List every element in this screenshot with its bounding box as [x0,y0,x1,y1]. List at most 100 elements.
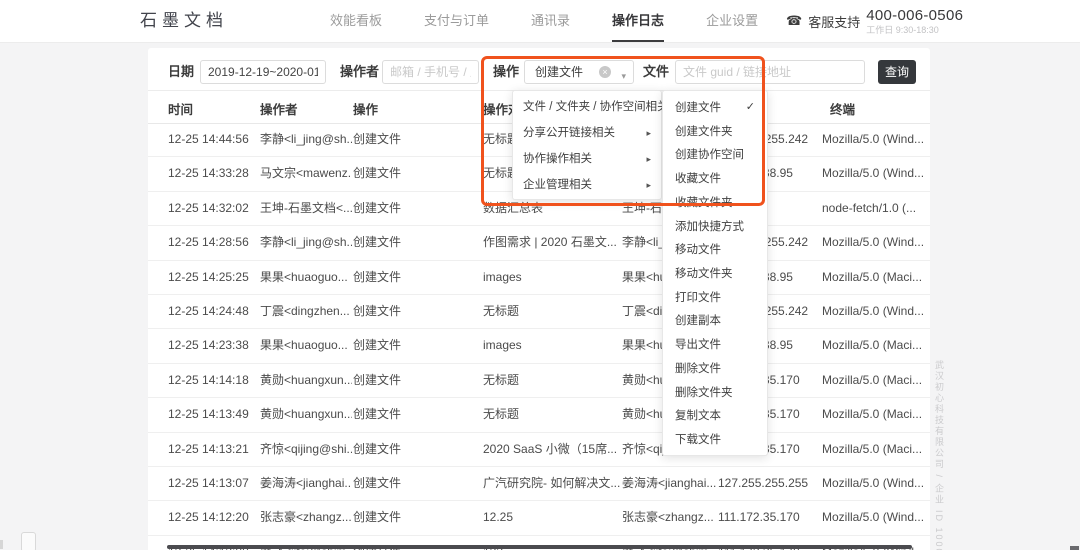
cell-operator: 黄勋<huangxun... [260,398,352,431]
cell-operator: 黄勋<huangxun... [260,364,352,397]
cell-action: 创建文件 [353,433,435,466]
col-operator: 操作者 [260,99,298,118]
nav-tab-payment-orders[interactable]: 支付与订单 [424,0,489,42]
menu-item-label: 复制文本 [675,407,721,423]
cell-time: 12-25 14:13:49 [168,398,260,431]
submenu-item-add-shortcut[interactable]: 添加快捷方式 [663,214,767,238]
cell-time: 12-25 14:14:18 [168,364,260,397]
menu-item-file-folder-space[interactable]: 文件 / 文件夹 / 协作空间相关 ▸ [513,94,661,120]
cell-terminal: Mozilla/5.0 (Maci... [822,261,928,294]
submenu-item-create-space[interactable]: 创建协作空间 [663,142,767,166]
cell-time: 12-25 14:24:48 [168,295,260,328]
submenu-item-create-copy[interactable]: 创建副本 [663,309,767,333]
submenu-item-create-file[interactable]: 创建文件 ✓ [663,95,767,119]
cell-object: 无标题 [483,364,621,397]
file-guid-input[interactable] [675,60,865,84]
cell-time: 12-25 14:13:21 [168,433,260,466]
menu-item-label: 导出文件 [675,336,721,352]
submenu-item-delete-folder[interactable]: 删除文件夹 [663,380,767,404]
cell-terminal: Mozilla/5.0 (Wind... [822,467,928,500]
menu-item-label: 分享公开链接相关 [523,120,615,146]
cell-operator: 齐惊<qijing@shi... [260,433,352,466]
support-phone-number: 400-006-0506 [866,8,963,25]
support-label: 客服支持 [808,12,860,31]
submenu-item-star-folder[interactable]: 收藏文件夹 [663,190,767,214]
nav-tab-contacts[interactable]: 通讯录 [531,0,570,42]
cell-terminal: Mozilla/5.0 (Maci... [822,398,928,431]
cell-object: images [483,329,621,362]
cell-action: 创建文件 [353,123,435,156]
company-watermark: 武汉初心科技有限公司 / 企业 ID 1000013 [933,360,946,550]
cell-ip: 111.172.35.170 [718,501,818,534]
submenu-item-delete-file[interactable]: 删除文件 [663,356,767,380]
cell-time: 12-25 14:12:20 [168,501,260,534]
menu-item-label: 移动文件 [675,241,721,257]
operator-input[interactable] [382,60,479,84]
submenu-item-create-folder[interactable]: 创建文件夹 [663,119,767,143]
nav-tab-dashboard[interactable]: 效能看板 [330,0,382,42]
phone-icon: ☎ [786,13,802,29]
submenu-item-export-file[interactable]: 导出文件 [663,332,767,356]
cell-operator: 王坤-石墨文档<... [260,192,352,225]
main-nav: 效能看板 支付与订单 通讯录 操作日志 企业设置 [330,0,758,42]
submenu-item-download-file[interactable]: 下载文件 [663,427,767,451]
cell-object: images [483,261,621,294]
cell-ip: 127.255.255.255 [718,467,818,500]
search-button[interactable]: 查询 [878,60,916,84]
submenu-arrow-icon: ▸ [646,120,651,146]
date-filter-label: 日期 [168,60,194,84]
chevron-down-icon: ▾ [621,65,626,87]
submenu-item-star-file[interactable]: 收藏文件 [663,166,767,190]
cell-action: 创建文件 [353,329,435,362]
cell-time: 12-25 14:44:56 [168,123,260,156]
table-row: 12-25 14:13:49 黄勋<huangxun... 创建文件 无标题 黄… [148,398,930,432]
table-row: 12-25 14:14:18 黄勋<huangxun... 创建文件 无标题 黄… [148,364,930,398]
cell-action: 创建文件 [353,467,435,500]
submenu-item-move-folder[interactable]: 移动文件夹 [663,261,767,285]
cell-object: 12.25 [483,501,621,534]
action-category-menu: 文件 / 文件夹 / 协作空间相关 ▸ 分享公开链接相关 ▸ 协作操作相关 ▸ … [512,90,662,200]
app-logo: 石墨文档 [140,0,228,42]
cell-time: 12-25 14:23:38 [168,329,260,362]
cell-operator: 马文宗<mawenz... [260,157,352,190]
operation-log-page: 石墨文档 效能看板 支付与订单 通讯录 操作日志 企业设置 ☎ 客服支持 400… [0,0,1080,550]
submenu-item-print-file[interactable]: 打印文件 [663,285,767,309]
action-select[interactable]: 创建文件 × ▾ [524,60,634,84]
menu-item-label: 删除文件夹 [675,384,733,400]
menu-item-collaboration[interactable]: 协作操作相关 ▸ [513,146,661,172]
edge-mark [0,540,3,549]
cell-operator: 张志豪<zhangz... [260,501,352,534]
cell-action: 创建文件 [353,295,435,328]
action-submenu: 创建文件 ✓ 创建文件夹 创建协作空间 收藏文件 收藏文件夹 添加快捷方式 移动… [662,90,768,456]
table-row: 12-25 14:28:56 李静<li_jing@sh... 创建文件 作图需… [148,226,930,260]
window-bottom-bar [167,545,912,549]
cell-terminal: Mozilla/5.0 (Wind... [822,501,928,534]
cell-time: 12-25 14:13:07 [168,467,260,500]
floating-widget[interactable] [21,532,36,550]
cell-action: 创建文件 [353,364,435,397]
action-select-value: 创建文件 [535,65,583,79]
menu-item-label: 文件 / 文件夹 / 协作空间相关 [523,94,669,120]
menu-item-label: 创建副本 [675,312,721,328]
submenu-arrow-icon: ▸ [646,172,651,198]
cell-object: 作图需求 | 2020 石墨文... [483,226,621,259]
nav-tab-enterprise-settings[interactable]: 企业设置 [706,0,758,42]
menu-item-enterprise-mgmt[interactable]: 企业管理相关 ▸ [513,172,661,198]
nav-tab-operation-log[interactable]: 操作日志 [612,0,664,42]
cell-time: 12-25 14:28:56 [168,226,260,259]
submenu-item-copy-text[interactable]: 复制文本 [663,404,767,428]
col-action: 操作 [353,99,378,118]
file-filter-label: 文件 [643,60,669,84]
date-range-input[interactable] [200,60,326,84]
corner-mark [1070,546,1079,550]
menu-item-label: 添加快捷方式 [675,218,744,234]
cell-action: 创建文件 [353,398,435,431]
menu-item-label: 创建文件夹 [675,123,733,139]
cell-terminal: node-fetch/1.0 (... [822,192,928,225]
cell-terminal: Mozilla/5.0 (Wind... [822,123,928,156]
clear-icon[interactable]: × [599,66,611,78]
cell-terminal: Mozilla/5.0 (Wind... [822,226,928,259]
table-row: 12-25 14:25:25 果果<huaoguo... 创建文件 images… [148,261,930,295]
submenu-item-move-file[interactable]: 移动文件 [663,237,767,261]
menu-item-share-link[interactable]: 分享公开链接相关 ▸ [513,120,661,146]
